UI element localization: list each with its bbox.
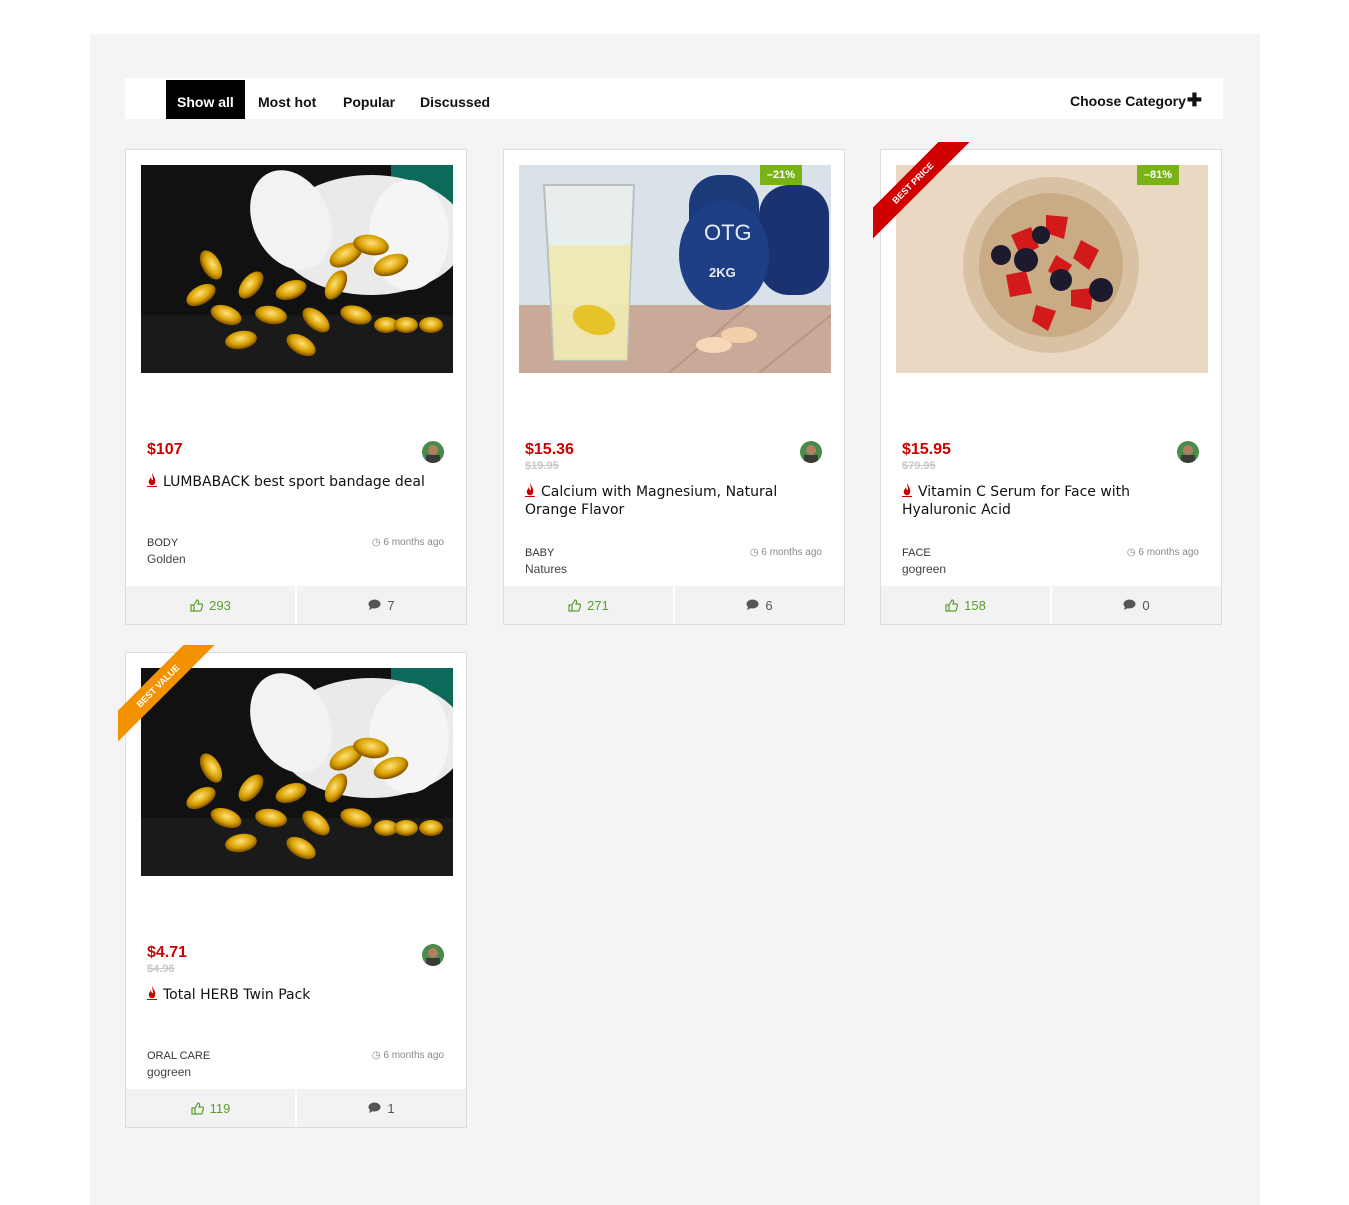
flame-icon: [147, 473, 157, 487]
deal-old-price: $4.96: [147, 963, 175, 975]
tab-show-all[interactable]: Show all: [166, 80, 245, 119]
deal-category[interactable]: ORAL CARE: [147, 1050, 210, 1062]
clock-icon: ◷: [371, 537, 381, 548]
deal-price: $4.71: [147, 944, 188, 961]
deal-title-text: Total HERB Twin Pack: [163, 987, 311, 1003]
deal-title-text: Calcium with Magnesium, Natural Orange F…: [525, 484, 778, 518]
deal-old-price: $79.95: [902, 460, 936, 472]
svg-text:2KG: 2KG: [709, 265, 736, 280]
deal-title-text: Vitamin C Serum for Face with Hyaluronic…: [902, 484, 1131, 518]
like-button[interactable]: 293: [126, 586, 297, 624]
choose-category-button[interactable]: Choose Category✚: [1070, 78, 1202, 119]
deal-old-price: $19.95: [525, 460, 559, 472]
deal-store[interactable]: gogreen: [147, 1065, 191, 1079]
plus-icon: ✚: [1186, 90, 1202, 110]
comment-icon: [746, 599, 759, 610]
flame-icon: [525, 483, 535, 497]
deals-section: Show all Most hot Popular Discussed Choo…: [90, 34, 1260, 1205]
comments-button[interactable]: 7: [297, 586, 466, 624]
deal-category[interactable]: BABY: [525, 547, 554, 559]
user-avatar[interactable]: [800, 441, 822, 463]
comments-button[interactable]: 1: [297, 1089, 466, 1127]
choose-category-label: Choose Category: [1069, 93, 1186, 109]
deal-time: ◷ 6 months ago: [371, 1050, 444, 1061]
deal-card: BEST VALUE $4.71 $4.96 Total HERB Twin P…: [118, 645, 467, 1128]
deal-title[interactable]: Vitamin C Serum for Face with Hyaluronic…: [902, 483, 1203, 519]
svg-text:OTG: OTG: [704, 220, 752, 245]
deal-title[interactable]: Calcium with Magnesium, Natural Orange F…: [525, 483, 826, 519]
like-button[interactable]: 158: [881, 586, 1052, 624]
thumbs-up-icon: [190, 598, 204, 612]
comments-button[interactable]: 0: [1052, 586, 1221, 624]
deal-price: $15.36: [525, 441, 574, 458]
deal-card: $107 LUMBABACK best sport bandage deal B…: [125, 149, 467, 625]
deal-footer: 271 6: [504, 586, 844, 624]
deal-category[interactable]: FACE: [902, 547, 931, 559]
filter-bar: Show all Most hot Popular Discussed Choo…: [125, 78, 1223, 119]
deal-price: $15.95: [902, 441, 951, 458]
like-button[interactable]: 119: [126, 1089, 297, 1127]
comment-icon: [1123, 599, 1136, 610]
flame-icon: [902, 483, 912, 497]
clock-icon: ◷: [749, 547, 759, 558]
flame-icon: [147, 986, 157, 1000]
deal-image-fizzy-glass[interactable]: OTG 2KG: [519, 165, 831, 373]
comment-icon: [368, 1102, 381, 1113]
deal-time: ◷ 6 months ago: [371, 537, 444, 548]
comments-button[interactable]: 6: [675, 586, 844, 624]
discount-badge: –81%: [1136, 165, 1179, 185]
discount-badge: –21%: [759, 165, 802, 185]
deal-store[interactable]: gogreen: [902, 562, 946, 576]
like-button[interactable]: 271: [504, 586, 675, 624]
tab-most-hot[interactable]: Most hot: [258, 80, 316, 119]
thumbs-up-icon: [568, 598, 582, 612]
deal-category[interactable]: BODY: [147, 537, 178, 549]
deal-footer: 293 7: [126, 586, 466, 624]
clock-icon: ◷: [1126, 547, 1136, 558]
deal-image-capsules[interactable]: [141, 165, 453, 373]
deal-title-text: LUMBABACK best sport bandage deal: [163, 474, 425, 490]
deal-card: –81% BEST PRICE $15.95 $79.95 Vitamin C …: [873, 142, 1222, 625]
user-avatar[interactable]: [422, 944, 444, 966]
comment-icon: [368, 599, 381, 610]
tab-popular[interactable]: Popular: [343, 80, 395, 119]
deal-price: $107: [147, 441, 183, 458]
thumbs-up-icon: [191, 1101, 204, 1115]
deal-store[interactable]: Natures: [525, 562, 567, 576]
deal-store[interactable]: Golden: [147, 552, 186, 566]
user-avatar[interactable]: [1177, 441, 1199, 463]
deal-footer: 158 0: [881, 586, 1221, 624]
deal-footer: 119 1: [126, 1089, 466, 1127]
best-price-ribbon: BEST PRICE: [873, 142, 973, 242]
clock-icon: ◷: [371, 1050, 381, 1061]
user-avatar[interactable]: [422, 441, 444, 463]
deal-title[interactable]: Total HERB Twin Pack: [147, 986, 448, 1004]
tab-discussed[interactable]: Discussed: [420, 80, 490, 119]
best-value-ribbon: BEST VALUE: [118, 645, 218, 745]
deal-time: ◷ 6 months ago: [1126, 547, 1199, 558]
deal-title[interactable]: LUMBABACK best sport bandage deal: [147, 473, 448, 491]
deal-card: OTG 2KG –21% $15.36 $19.95 Calcium with …: [503, 149, 845, 625]
deal-time: ◷ 6 months ago: [749, 547, 822, 558]
thumbs-up-icon: [945, 598, 959, 612]
